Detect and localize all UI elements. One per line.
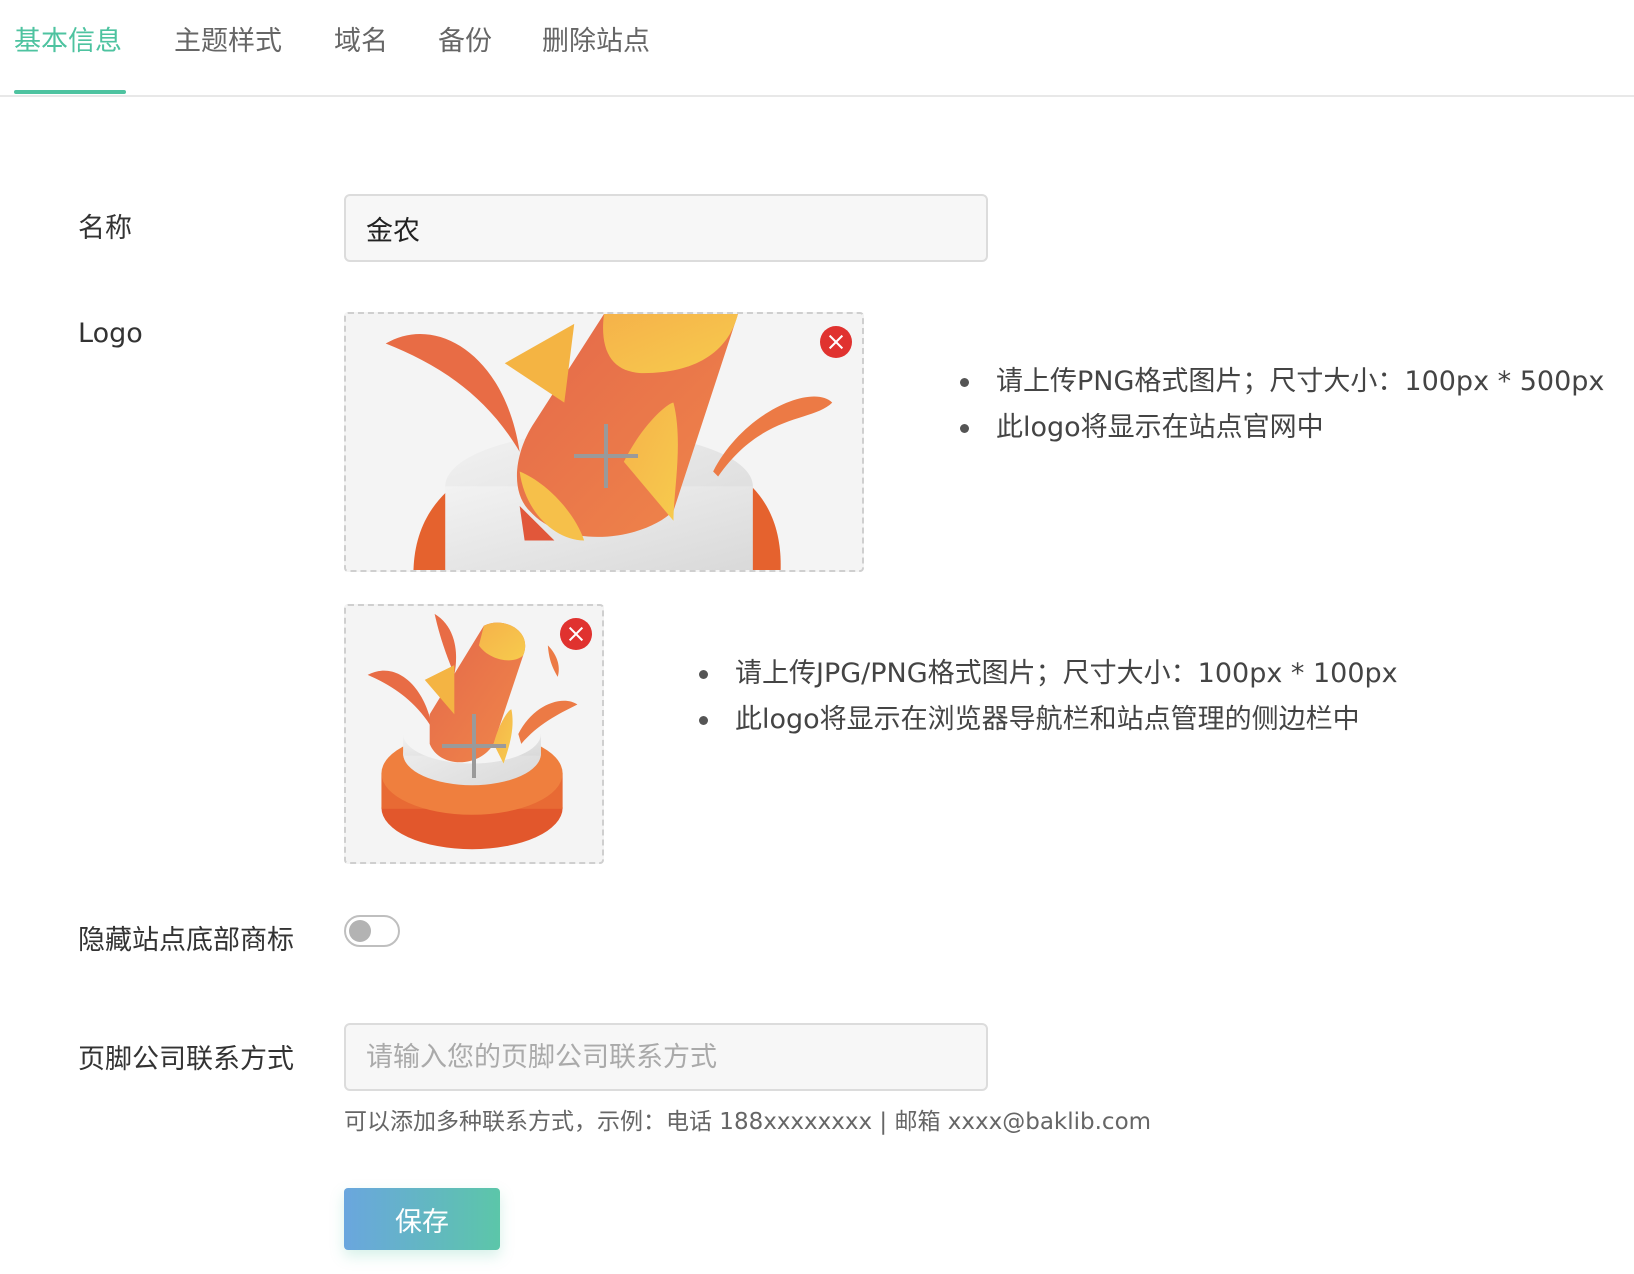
active-tab-indicator	[14, 90, 126, 94]
tab-domain[interactable]: 域名	[334, 22, 388, 62]
remove-icon[interactable]	[820, 326, 852, 358]
bullet-icon	[960, 424, 969, 433]
footer-contact-input[interactable]	[344, 1023, 988, 1091]
logo-small-hints: 请上传JPG/PNG格式图片；尺寸大小：100px * 100px 此logo将…	[699, 651, 1398, 743]
tab-bar: 基本信息 主题样式 域名 备份 删除站点	[0, 0, 1634, 97]
list-item: 请上传JPG/PNG格式图片；尺寸大小：100px * 100px	[699, 651, 1398, 697]
hide-footer-brand-label: 隐藏站点底部商标	[78, 925, 294, 956]
list-item: 此logo将显示在站点官网中	[960, 405, 1604, 451]
footer-contact-help: 可以添加多种联系方式，示例：电话 188xxxxxxxx | 邮箱 xxxx@b…	[344, 1109, 1152, 1135]
logo-large-upload[interactable]	[344, 312, 864, 572]
remove-icon[interactable]	[560, 618, 592, 650]
name-label: 名称	[78, 213, 132, 244]
bullet-icon	[960, 378, 969, 387]
list-item: 请上传PNG格式图片；尺寸大小：100px * 500px	[960, 359, 1604, 405]
plus-icon	[442, 714, 506, 778]
tab-theme-style[interactable]: 主题样式	[174, 22, 282, 62]
plus-icon	[574, 424, 638, 488]
toggle-knob	[349, 920, 371, 942]
logo-large-hints: 请上传PNG格式图片；尺寸大小：100px * 500px 此logo将显示在站…	[960, 359, 1604, 451]
hide-footer-brand-toggle[interactable]	[344, 915, 400, 947]
tab-delete-site[interactable]: 删除站点	[542, 22, 650, 62]
logo-label: Logo	[78, 318, 143, 349]
bullet-icon	[699, 716, 708, 725]
logo-small-upload[interactable]	[344, 604, 604, 864]
tab-basic-info[interactable]: 基本信息	[14, 22, 122, 62]
name-input[interactable]	[344, 194, 988, 262]
list-item: 此logo将显示在浏览器导航栏和站点管理的侧边栏中	[699, 697, 1398, 743]
tab-backup[interactable]: 备份	[438, 22, 492, 62]
footer-contact-label: 页脚公司联系方式	[78, 1044, 294, 1075]
bullet-icon	[699, 670, 708, 679]
save-button[interactable]: 保存	[344, 1188, 500, 1250]
